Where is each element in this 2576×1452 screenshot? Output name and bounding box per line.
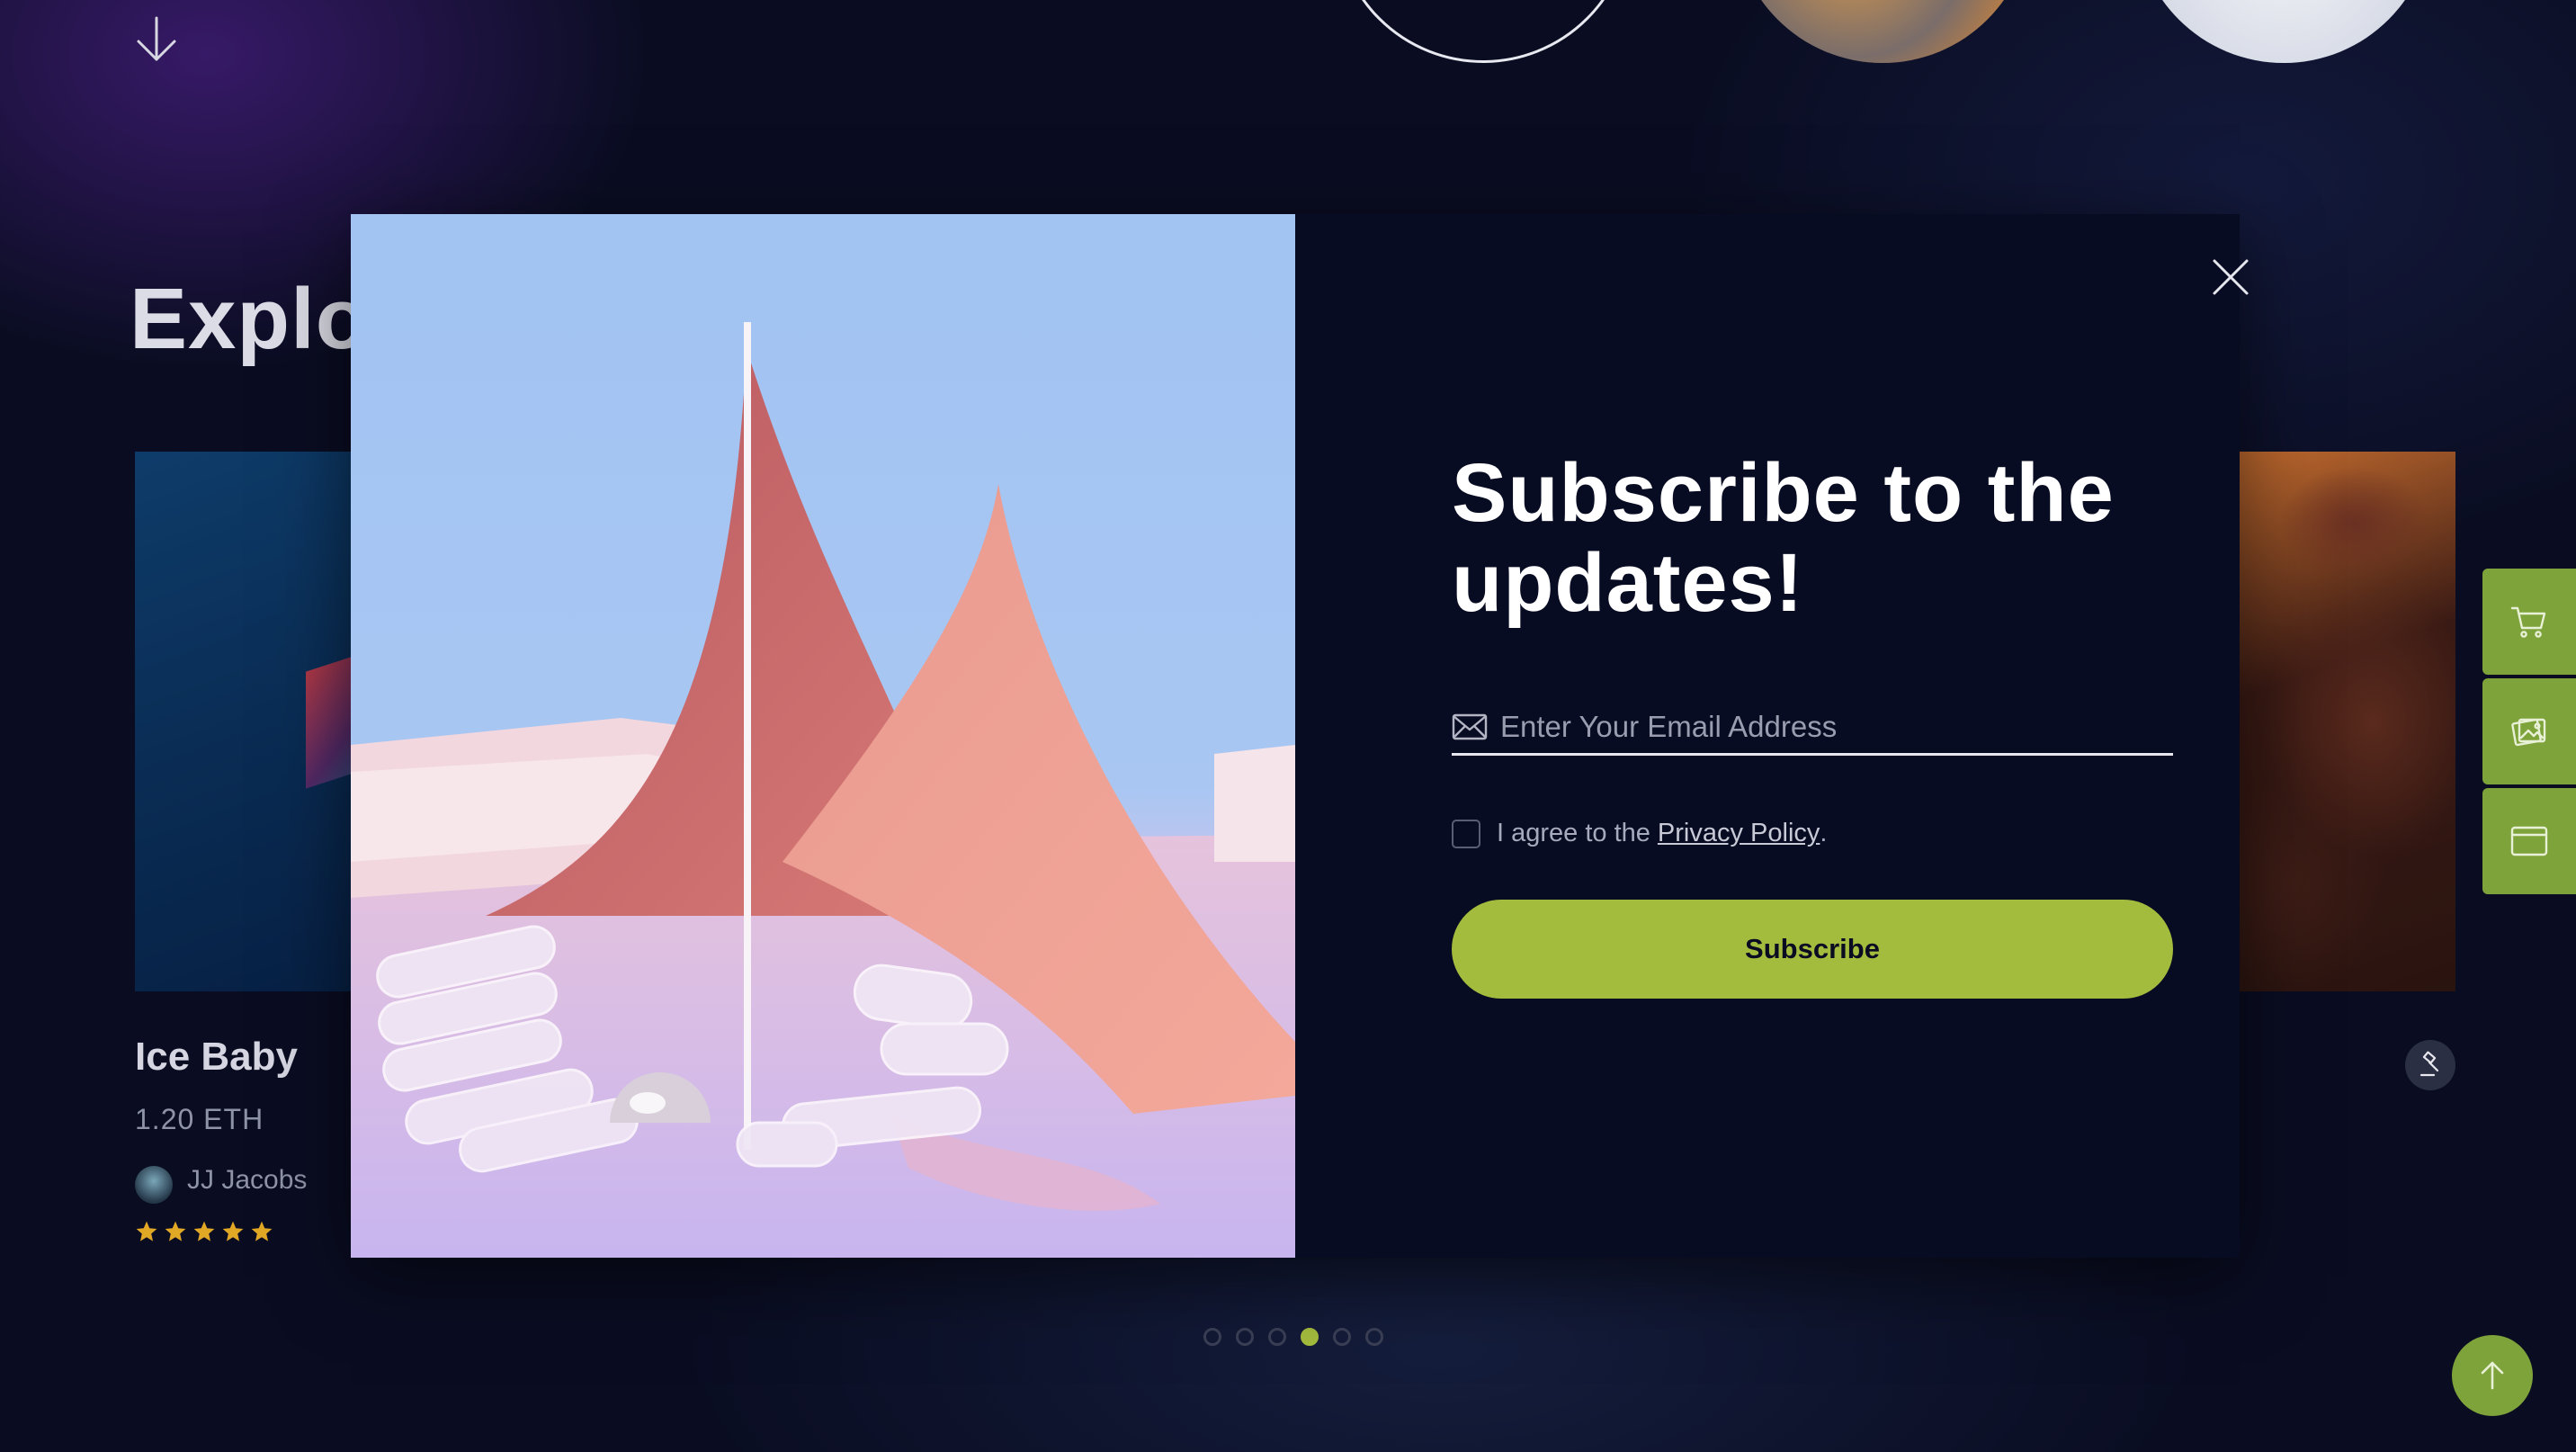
browser-window-icon[interactable]	[2482, 788, 2576, 894]
star-icon	[193, 1221, 215, 1241]
agree-text: I agree to the	[1497, 819, 1650, 847]
nft-card-author[interactable]: JJ Jacobs	[187, 1165, 307, 1196]
modal-title: Subscribe to the updates!	[1452, 447, 2115, 629]
close-icon[interactable]	[2204, 250, 2258, 304]
modal-content-panel: Subscribe to the updates! I agree to the…	[1295, 214, 2249, 1258]
email-input[interactable]	[1500, 701, 2173, 752]
nft-card-image[interactable]	[2238, 452, 2455, 991]
pagination-dot[interactable]	[1236, 1328, 1254, 1346]
star-icon	[136, 1221, 157, 1241]
privacy-checkbox[interactable]	[1452, 819, 1480, 848]
author-avatar[interactable]	[135, 1166, 173, 1204]
top-category-circle[interactable]	[2135, 0, 2432, 63]
side-toolbar	[2482, 569, 2576, 894]
subscribe-modal: Subscribe to the updates! I agree to the…	[351, 214, 2249, 1258]
pagination-dot[interactable]	[1268, 1328, 1286, 1346]
pagination-dot[interactable]	[1365, 1328, 1383, 1346]
star-icon	[222, 1221, 244, 1241]
nft-card-price: 1.20 ETH	[135, 1103, 264, 1135]
top-category-circle[interactable]	[1734, 0, 2031, 63]
back-to-top-button[interactable]	[2452, 1335, 2533, 1416]
rating-stars	[135, 1220, 273, 1243]
email-field	[1452, 700, 2173, 756]
agree-suffix: .	[1820, 819, 1828, 847]
pagination-dot[interactable]	[1333, 1328, 1351, 1346]
auction-hammer-icon[interactable]	[2405, 1040, 2455, 1090]
scroll-down-arrow-icon[interactable]	[133, 14, 180, 65]
star-icon	[165, 1221, 186, 1241]
pagination-dot[interactable]	[1301, 1328, 1319, 1346]
subscribe-button[interactable]: Subscribe	[1452, 900, 2173, 999]
image-gallery-icon[interactable]	[2482, 678, 2576, 784]
cart-icon[interactable]	[2482, 569, 2576, 675]
privacy-policy-link[interactable]: Privacy Policy	[1658, 819, 1820, 848]
nft-card-image[interactable]	[135, 452, 360, 991]
pagination-dot[interactable]	[1203, 1328, 1221, 1346]
mail-icon	[1452, 713, 1488, 739]
star-icon	[251, 1221, 273, 1241]
modal-artwork-image	[351, 214, 1295, 1258]
nft-card-name[interactable]: Ice Baby	[135, 1035, 298, 1080]
top-category-circle[interactable]	[1335, 0, 1632, 63]
privacy-agreement: I agree to the Privacy Policy .	[1452, 819, 1827, 848]
carousel-pagination	[1203, 1328, 1383, 1346]
